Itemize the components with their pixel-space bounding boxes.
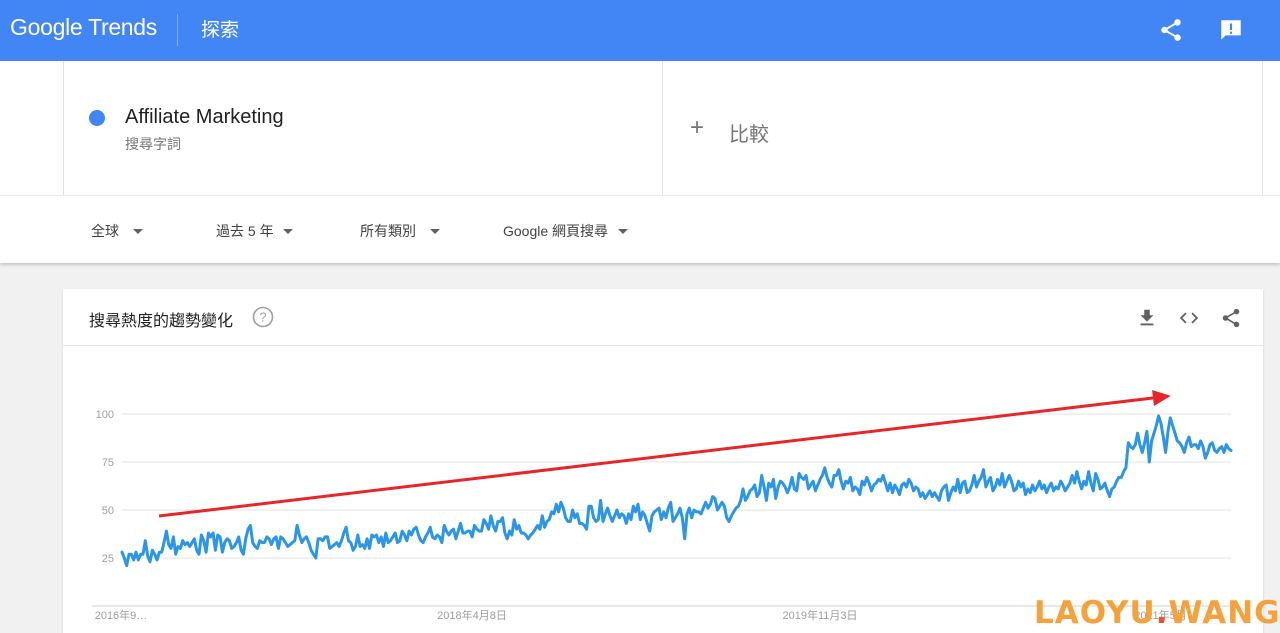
watermark: LAOYU.WANG <box>1034 595 1280 631</box>
series-line <box>120 414 1233 568</box>
caret-down-icon <box>282 228 293 234</box>
compare-button[interactable]: + 比較 <box>663 61 1263 195</box>
header-divider <box>177 14 178 46</box>
explore-title: 探索 <box>201 20 240 41</box>
watermark-dot: . <box>1155 595 1169 631</box>
filters-bar: 全球 過去 5 年 所有類別 Google 網頁搜尋 <box>0 195 1280 263</box>
caret-down-icon <box>430 228 440 234</box>
download-icon[interactable] <box>1136 307 1158 329</box>
interest-over-time-card: 搜尋熱度的趨勢變化 ? 25 50 75 100 2016年9… 2018年4月8日 20… <box>63 289 1263 633</box>
x-tick-label: 2019年11月3日 <box>782 608 857 622</box>
compare-label: 比較 <box>729 124 769 146</box>
search-type-dropdown[interactable]: Google 網頁搜尋 <box>503 221 629 241</box>
help-icon[interactable]: ? <box>252 306 274 328</box>
search-type-label: Google 網頁搜尋 <box>503 223 609 239</box>
share-icon[interactable] <box>1158 17 1184 43</box>
google-trends-logo[interactable]: Google Trends <box>10 14 157 41</box>
search-terms-bar: Affiliate Marketing 搜尋字詞 + 比較 <box>0 61 1280 195</box>
app-header: Google Trends 探索 <box>0 0 1280 61</box>
region-dropdown[interactable]: 全球 <box>91 221 143 241</box>
watermark-part2: WANG <box>1168 595 1280 631</box>
trend-chart[interactable]: 255075100 2016年9… 2018年4月8日 2019年11月3日 2021… <box>63 346 1263 633</box>
term-color-dot <box>89 110 105 126</box>
x-tick-label: 2016年9… <box>95 608 148 622</box>
y-tick-label: 100 <box>96 409 114 421</box>
category-label: 所有類別 <box>360 223 416 239</box>
card-title: 搜尋熱度的趨勢變化 <box>89 313 234 330</box>
caret-down-icon <box>618 228 629 234</box>
y-tick-label: 25 <box>102 553 114 565</box>
share-icon[interactable] <box>1220 307 1242 329</box>
time-range-label: 過去 5 年 <box>216 223 274 239</box>
logo-google: Google <box>10 14 83 40</box>
x-tick-label: 2018年4月8日 <box>437 608 507 622</box>
watermark-part1: LAOYU <box>1034 595 1156 631</box>
svg-text:?: ? <box>259 310 266 325</box>
term-name[interactable]: Affiliate Marketing <box>125 106 284 129</box>
trend-arrow-line <box>158 396 1154 518</box>
caret-down-icon <box>133 228 143 234</box>
plus-icon: + <box>690 114 705 141</box>
term-type: 搜尋字詞 <box>125 136 181 152</box>
region-label: 全球 <box>91 223 119 239</box>
category-dropdown[interactable]: 所有類別 <box>360 221 440 241</box>
logo-trends: Trends <box>88 14 157 40</box>
card-header: 搜尋熱度的趨勢變化 ? <box>63 289 1263 346</box>
search-term-card[interactable]: Affiliate Marketing 搜尋字詞 <box>63 61 663 195</box>
y-tick-label: 75 <box>102 457 114 469</box>
y-tick-label: 50 <box>102 505 114 517</box>
feedback-icon[interactable] <box>1218 17 1244 43</box>
embed-icon[interactable] <box>1178 307 1200 329</box>
trend-arrow-head <box>1152 390 1171 406</box>
time-range-dropdown[interactable]: 過去 5 年 <box>216 221 293 241</box>
